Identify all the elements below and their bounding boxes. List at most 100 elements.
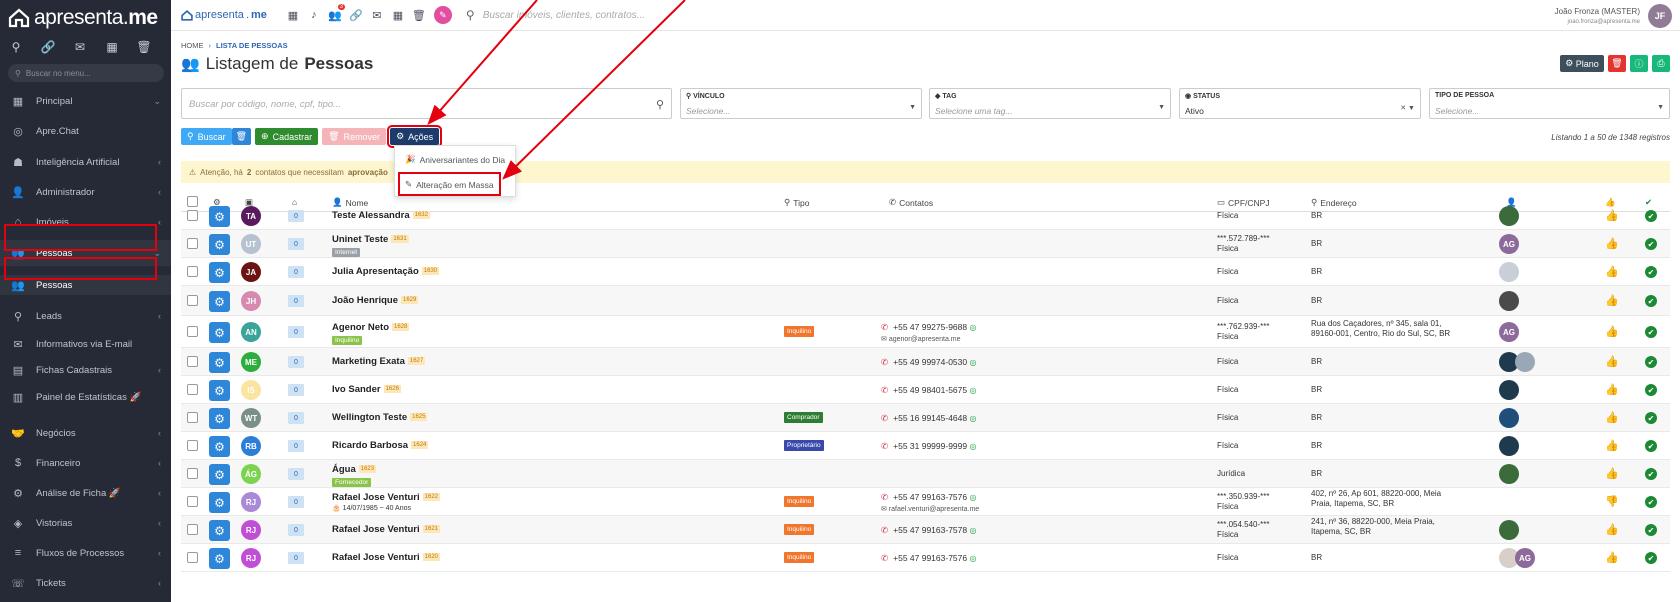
active-check-icon[interactable]: ✔ [1645,384,1657,396]
avatar[interactable]: RB [241,436,261,456]
active-check-icon[interactable]: ✔ [1645,524,1657,536]
row-settings-button[interactable]: ⚙ [209,520,230,541]
row-settings-button[interactable]: ⚙ [209,408,230,429]
phone-line[interactable]: ✆ +55 49 98401-5675 ◎ [881,385,976,396]
property-count[interactable]: 0 [288,326,304,338]
mail-icon[interactable]: ✉ [72,40,88,54]
row-checkbox[interactable] [187,326,198,337]
person-name[interactable]: Agenor Neto 1628 Inquilino [332,322,410,345]
row-checkbox[interactable] [187,440,198,451]
row-checkbox[interactable] [187,238,198,249]
table-row[interactable]: ⚙ RJ 0 Rafael Jose Venturi 1621 Inquilino ✆ +55… [181,516,1670,544]
row-settings-button[interactable]: ⚙ [209,436,230,457]
person-name[interactable]: Rafael Jose Venturi 1622 🎂 14/07/1985 ~ 40… [332,492,441,512]
table-row[interactable]: ⚙ JH 0 João Henrique 1629 Física BR 👍 ✔ [181,286,1670,316]
app-logo[interactable]: apresenta.me [8,6,158,30]
property-count[interactable]: 0 [288,210,304,222]
person-name[interactable]: Julia Apresentação 1630 [332,266,440,277]
responsible-avatar[interactable] [1499,206,1519,226]
sidebar-item-2[interactable]: ☗ Inteligência Artificial ‹ [0,149,171,175]
person-name[interactable]: Ivo Sander 1626 [332,384,401,395]
property-count[interactable]: 0 [288,412,304,424]
email-address[interactable]: agenor@apresenta.me [889,336,961,343]
calendar-icon[interactable]: ▦ [104,40,120,54]
table-row[interactable]: ⚙ RJ 0 Rafael Jose Venturi 1620 Inquilino ✆ +55… [181,544,1670,572]
thumbs-up-icon[interactable]: 👍 [1605,237,1619,250]
thumbs-up-icon[interactable]: 👍 [1605,523,1619,536]
table-row[interactable]: ⚙ IS 0 Ivo Sander 1626 ✆ +55 49 98401-5675 ◎ Fí… [181,376,1670,404]
row-checkbox[interactable] [187,210,198,221]
row-settings-button[interactable]: ⚙ [209,234,230,255]
menu-item-aniversariantes[interactable]: 🎉 Aniversariantes do Dia [405,154,505,165]
grid-icon[interactable]: ▦ [287,9,299,22]
search-icon[interactable]: ⚲ [8,40,24,54]
property-count[interactable]: 0 [288,295,304,307]
whatsapp-icon[interactable]: ◎ [969,493,976,502]
filter-tag[interactable]: ◆ TAG Selecione uma tag... ▼ [929,88,1171,119]
thumbs-up-icon[interactable]: 👍 [1605,439,1619,452]
sidebar-item-11[interactable]: 🤝 Negócios ‹ [0,420,171,446]
avatar[interactable]: JA [241,262,261,282]
user-avatar[interactable]: JF [1648,4,1672,28]
avatar[interactable]: WT [241,408,261,428]
sidebar-item-16[interactable]: ☏ Tickets ‹ [0,570,171,596]
property-count[interactable]: 0 [288,524,304,536]
sidebar-item-0[interactable]: ▦ Principal ⌄ [0,88,171,114]
remover-button[interactable]: 🗑 Remover [322,128,387,145]
delete-button[interactable]: 🗑 [1608,55,1626,72]
phone-line[interactable]: ✆ +55 16 99145-4648 ◎ [881,413,976,424]
table-row[interactable]: ⚙ UT 0 Uninet Teste 1631 Internet ***.572.789-… [181,230,1670,258]
table-row[interactable]: ⚙ JA 0 Julia Apresentação 1630 Física BR 👍 ✔ [181,258,1670,286]
row-settings-button[interactable]: ⚙ [209,352,230,373]
sidebar-item-3[interactable]: 👤 Administrador ‹ [0,179,171,205]
row-settings-button[interactable]: ⚙ [209,322,230,343]
property-count[interactable]: 0 [288,238,304,250]
row-settings-button[interactable]: ⚙ [209,548,230,569]
acoes-button[interactable]: ⚙ Ações [387,125,443,148]
phone-line[interactable]: ✆ +55 47 99275-9688 ◎ [881,322,976,333]
responsible-avatar[interactable] [1499,436,1519,456]
email-address[interactable]: rafael.venturi@apresenta.me [889,506,979,513]
breadcrumb-home[interactable]: HOME [181,41,204,50]
row-checkbox[interactable] [187,295,198,306]
topbar-logo[interactable]: apresenta. me [181,9,267,21]
sidebar-item-13[interactable]: ⚙ Análise de Ficha 🚀 ‹ [0,480,171,506]
phone-line[interactable]: ✆ +55 31 99999-9999 ◎ [881,441,976,452]
cadastrar-button[interactable]: ⊕ Cadastrar [255,128,319,145]
active-check-icon[interactable]: ✔ [1645,440,1657,452]
table-row[interactable]: ⚙ RB 0 Ricardo Barbosa 1624 Proprietário ✆ +55 … [181,432,1670,460]
responsible-avatar[interactable]: AG [1515,548,1535,568]
whatsapp-icon[interactable]: ◎ [969,386,976,395]
phone-line[interactable]: ✆ +55 47 99163-7576 ◎ [881,492,979,503]
person-name[interactable]: Teste Alessandra 1632 [332,210,430,221]
buscar-button[interactable]: ⚲ Buscar [181,128,232,145]
sidebar-item-8[interactable]: ✉ Informativos via E-mail [0,331,171,357]
menu-search-input[interactable]: ⚲ Buscar no menu... [8,64,164,82]
row-checkbox[interactable] [187,468,198,479]
active-check-icon[interactable]: ✔ [1645,210,1657,222]
sidebar-item-15[interactable]: ≡ Fluxos de Processos ‹ [0,540,171,566]
filter-status[interactable]: ◉ STATUS Ativo ✕ ▼ [1179,88,1421,119]
row-settings-button[interactable]: ⚙ [209,262,230,283]
phone-line[interactable]: ✆ +55 47 99163-7576 ◎ [881,553,976,564]
thumbs-up-icon[interactable]: 👍 [1605,551,1619,564]
avatar[interactable]: JH [241,291,261,311]
clear-search-button[interactable]: 🗑 [231,128,252,145]
table-row[interactable]: ⚙ RJ 0 Rafael Jose Venturi 1622 🎂 14/07/1985 … [181,488,1670,516]
trash-icon[interactable]: 🗑 [136,40,152,54]
row-settings-button[interactable]: ⚙ [209,206,230,227]
active-check-icon[interactable]: ✔ [1645,468,1657,480]
whatsapp-icon[interactable]: ◎ [969,414,976,423]
link-icon[interactable]: 🔗 [349,9,363,22]
property-count[interactable]: 0 [288,496,304,508]
thumbs-up-icon[interactable]: 👍 [1605,265,1619,278]
active-check-icon[interactable]: ✔ [1645,238,1657,250]
avatar[interactable]: IS [241,380,261,400]
search-icon[interactable]: ⚲ [656,98,664,111]
avatar[interactable]: ME [241,352,261,372]
sidebar-item-9[interactable]: ▤ Fichas Cadastrais ‹ [0,357,171,383]
whatsapp-icon[interactable]: ◎ [969,323,976,332]
row-checkbox[interactable] [187,412,198,423]
users-icon[interactable]: 👥 3 [328,4,345,22]
person-name[interactable]: Rafael Jose Venturi 1621 [332,524,441,535]
